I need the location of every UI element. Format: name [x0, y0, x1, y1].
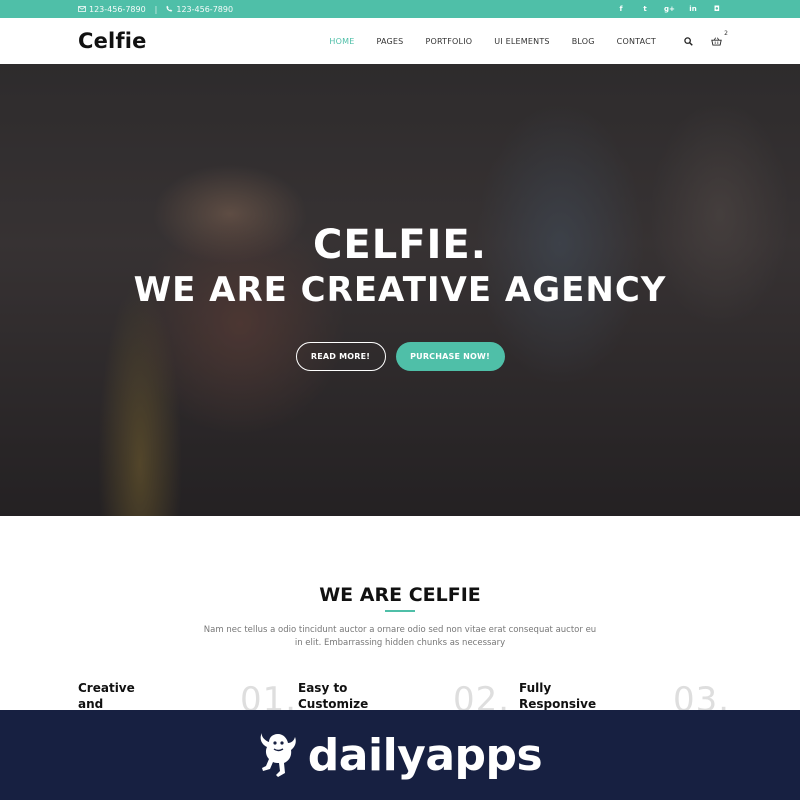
purchase-now-button[interactable]: PURCHASE NOW!: [395, 342, 505, 371]
read-more-button[interactable]: READ MORE!: [295, 342, 386, 371]
basket-icon: [711, 37, 722, 46]
nav-ui-elements[interactable]: UI ELEMENTS: [494, 37, 549, 46]
envelope-icon: [78, 5, 86, 14]
title-underline: [385, 610, 415, 612]
hero-buttons: READ MORE! PURCHASE NOW!: [0, 342, 800, 371]
nav-home[interactable]: HOME: [329, 37, 354, 46]
contact-separator: |: [154, 4, 158, 14]
twitter-icon[interactable]: t: [640, 5, 650, 13]
google-plus-icon[interactable]: g+: [664, 5, 675, 13]
mascot-logo-icon: [258, 730, 298, 780]
hero-content: CELFIE. WE ARE CREATIVE AGENCY READ MORE…: [0, 64, 800, 516]
main-navbar: Celfie HOME PAGES PORTFOLIO UI ELEMENTS …: [0, 18, 800, 64]
main-menu: HOME PAGES PORTFOLIO UI ELEMENTS BLOG CO…: [329, 37, 656, 46]
dailyapps-banner: dailyapps: [0, 710, 800, 800]
contact-info: 123-456-7890 | 123-456-7890: [78, 5, 233, 14]
hero-section: CELFIE. WE ARE CREATIVE AGENCY READ MORE…: [0, 64, 800, 516]
site-logo[interactable]: Celfie: [78, 29, 147, 53]
social-links: f t g+ in ◘: [616, 5, 722, 13]
dailyapps-wordmark: dailyapps: [307, 729, 543, 781]
nav-pages[interactable]: PAGES: [376, 37, 403, 46]
hero-subtitle: WE ARE CREATIVE AGENCY: [133, 270, 667, 310]
cart-count-badge: 2: [724, 29, 728, 37]
email-text: 123-456-7890: [89, 4, 146, 14]
about-title: WE ARE CELFIE: [319, 584, 481, 606]
phone-contact[interactable]: 123-456-7890: [166, 5, 233, 14]
top-bar: 123-456-7890 | 123-456-7890 f t g+ in ◘: [0, 0, 800, 18]
cart-button[interactable]: 2: [711, 30, 728, 46]
nav-portfolio[interactable]: PORTFOLIO: [425, 37, 472, 46]
phone-icon: [166, 5, 173, 14]
search-icon[interactable]: [684, 36, 693, 46]
nav-blog[interactable]: BLOG: [572, 37, 595, 46]
nav-icons: 2: [684, 30, 728, 46]
linkedin-icon[interactable]: in: [688, 5, 698, 13]
hero-title: CELFIE.: [313, 222, 487, 268]
feature-title: Fully Responsive: [519, 681, 597, 711]
email-contact[interactable]: 123-456-7890: [78, 5, 146, 14]
about-description: Nam nec tellus a odio tincidunt auctor a…: [203, 625, 597, 648]
nav-contact[interactable]: CONTACT: [617, 37, 656, 46]
feature-title: Easy to Customize: [298, 681, 369, 711]
phone-text: 123-456-7890: [176, 4, 234, 14]
instagram-icon[interactable]: ◘: [712, 5, 722, 13]
facebook-icon[interactable]: f: [616, 5, 626, 13]
